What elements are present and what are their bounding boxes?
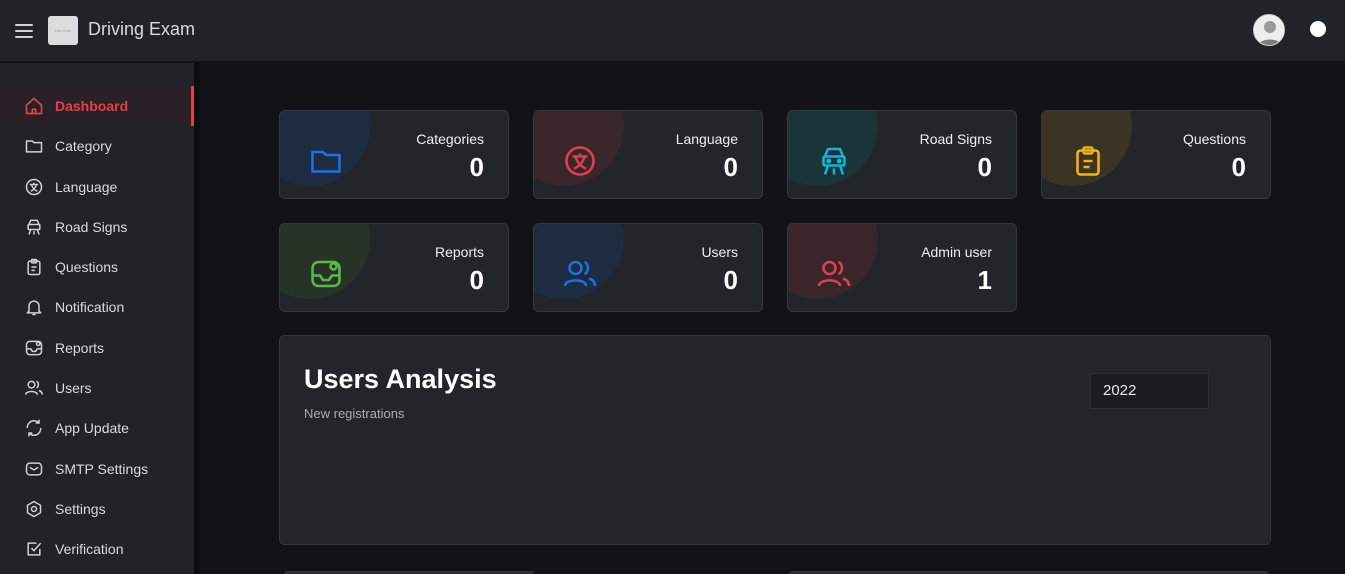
top-bar: Driv Exm Driving Exam — [0, 0, 1345, 62]
car-icon — [23, 216, 45, 238]
users-analysis-panel: Users Analysis New registrations 2022 — [279, 335, 1271, 545]
sidebar-item-category[interactable]: Category — [0, 126, 194, 166]
sidebar-item-app-update[interactable]: App Update — [0, 408, 194, 448]
sidebar-item-label: Reports — [55, 340, 105, 356]
stat-value: 1 — [977, 265, 992, 295]
bell-icon — [23, 296, 45, 318]
sidebar-divider — [194, 63, 200, 574]
stat-card-users[interactable]: Users 0 — [533, 223, 763, 312]
sidebar-item-label: Language — [55, 179, 118, 195]
sidebar-item-label: Dashboard — [55, 98, 129, 114]
sidebar-item-label: Users — [55, 380, 92, 396]
clipboard-icon — [23, 256, 45, 278]
stat-label: Admin user — [921, 244, 992, 260]
sidebar-item-users[interactable]: Users — [0, 368, 194, 408]
home-icon — [23, 95, 45, 117]
stat-card-admin-user[interactable]: Admin user 1 — [787, 223, 1017, 312]
sidebar-item-dashboard[interactable]: Dashboard — [0, 86, 194, 126]
user-avatar[interactable] — [1253, 14, 1285, 46]
stat-label: Categories — [416, 131, 484, 147]
users-icon — [816, 256, 852, 292]
refresh-icon — [23, 417, 45, 439]
hamburger-icon[interactable] — [15, 24, 33, 38]
stat-card-reports[interactable]: Reports 0 — [279, 223, 509, 312]
stat-value: 0 — [723, 152, 738, 182]
clipboard-icon — [1070, 143, 1106, 179]
gear-icon — [23, 498, 45, 520]
language-icon — [23, 176, 45, 198]
stat-card-categories[interactable]: Categories 0 — [279, 110, 509, 199]
app-logo: Driv Exm — [48, 16, 78, 45]
sidebar-item-road-signs[interactable]: Road Signs — [0, 207, 194, 247]
mail-icon — [23, 458, 45, 480]
stat-label: Questions — [1182, 131, 1246, 147]
stat-label: Users — [701, 244, 738, 260]
folder-icon — [308, 143, 344, 179]
sidebar-item-label: Settings — [55, 501, 106, 517]
language-icon — [562, 143, 598, 179]
inbox-icon — [308, 256, 344, 292]
sidebar-item-questions[interactable]: Questions — [0, 247, 194, 287]
stat-value: 0 — [977, 152, 992, 182]
check-square-icon — [23, 538, 45, 560]
sidebar-item-label: Notification — [55, 299, 125, 315]
stat-card-language[interactable]: Language 0 — [533, 110, 763, 199]
stat-card-questions[interactable]: Questions 0 — [1041, 110, 1271, 199]
sidebar-item-smtp-settings[interactable]: SMTP Settings — [0, 449, 194, 489]
sidebar-item-settings[interactable]: Settings — [0, 489, 194, 529]
stat-value: 0 — [469, 265, 484, 295]
stat-value: 0 — [469, 152, 484, 182]
inbox-icon — [23, 337, 45, 359]
stat-value: 0 — [723, 265, 738, 295]
sidebar-item-label: App Update — [55, 420, 129, 436]
stat-label: Road Signs — [919, 131, 992, 147]
sidebar-item-label: Verification — [55, 541, 124, 557]
car-icon — [816, 143, 852, 179]
users-icon — [23, 377, 45, 399]
sidebar-item-verification[interactable]: Verification — [0, 529, 194, 569]
sidebar-item-label: Questions — [55, 259, 119, 275]
sidebar-item-label: Category — [55, 138, 112, 154]
year-select[interactable]: 2022 — [1090, 373, 1209, 409]
app-title: Driving Exam — [88, 19, 196, 39]
toggle-knob — [1310, 21, 1326, 37]
stat-label: Language — [675, 131, 738, 147]
sidebar-item-notification[interactable]: Notification — [0, 287, 194, 327]
theme-toggle[interactable] — [1300, 20, 1328, 38]
sidebar-item-label: SMTP Settings — [55, 461, 149, 477]
folder-icon — [23, 135, 45, 157]
stat-card-road-signs[interactable]: Road Signs 0 — [787, 110, 1017, 199]
sidebar-item-reports[interactable]: Reports — [0, 328, 194, 368]
sidebar-item-language[interactable]: Language — [0, 167, 194, 207]
sidebar-item-label: Road Signs — [55, 219, 128, 235]
stat-label: Reports — [434, 244, 484, 260]
users-icon — [562, 256, 598, 292]
panel-title: Users Analysis — [304, 364, 497, 394]
avatar-icon — [1254, 15, 1284, 45]
panel-subtitle: New registrations — [304, 406, 405, 421]
stat-value: 0 — [1231, 152, 1246, 182]
